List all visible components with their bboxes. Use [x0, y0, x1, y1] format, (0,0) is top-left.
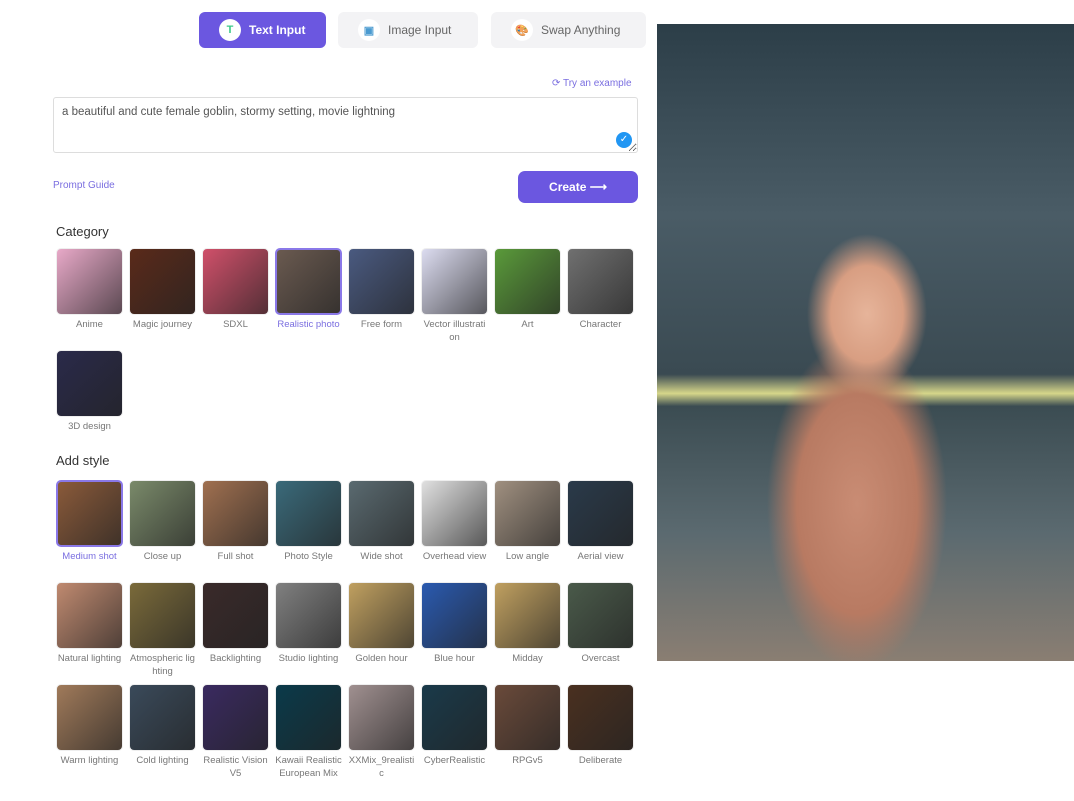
style-tile[interactable]: Medium shot	[56, 480, 123, 582]
style-tile[interactable]: CyberRealistic	[421, 684, 488, 786]
category-tile[interactable]: 3D design	[56, 350, 123, 452]
thumbnail-image	[56, 480, 123, 547]
thumbnail-image	[202, 582, 269, 649]
category-tile[interactable]: Art	[494, 248, 561, 350]
category-heading: Category	[56, 224, 109, 239]
thumbnail-image	[202, 248, 269, 315]
thumbnail-image	[567, 582, 634, 649]
style-tile[interactable]: Low angle	[494, 480, 561, 582]
thumbnail-image	[56, 582, 123, 649]
style-tile[interactable]: Studio lighting	[275, 582, 342, 684]
category-tile[interactable]: Magic journey	[129, 248, 196, 350]
generated-image	[657, 24, 1074, 661]
thumbnail-image	[494, 684, 561, 751]
style-tile[interactable]: Photo Style	[275, 480, 342, 582]
check-icon: ✓	[616, 132, 632, 148]
style-tile[interactable]: Backlighting	[202, 582, 269, 684]
style-tile[interactable]: RPGv5	[494, 684, 561, 786]
text-icon: T	[219, 19, 241, 41]
thumbnail-image	[567, 480, 634, 547]
thumbnail-image	[275, 480, 342, 547]
style-tile[interactable]: Midday	[494, 582, 561, 684]
prompt-guide-link[interactable]: Prompt Guide	[53, 180, 115, 191]
thumbnail-image	[129, 684, 196, 751]
thumbnail-image	[275, 582, 342, 649]
style-tile[interactable]: Deliberate	[567, 684, 634, 786]
style-tile[interactable]: Natural lighting	[56, 582, 123, 684]
style-tile[interactable]: Golden hour	[348, 582, 415, 684]
style-tile[interactable]: Blue hour	[421, 582, 488, 684]
thumbnail-image	[348, 582, 415, 649]
tab-swap-anything[interactable]: 🎨 Swap Anything	[491, 12, 646, 48]
thumbnail-image	[567, 684, 634, 751]
thumbnail-image	[348, 684, 415, 751]
thumbnail-image	[494, 582, 561, 649]
thumbnail-image	[348, 248, 415, 315]
style-tile[interactable]: Aerial view	[567, 480, 634, 582]
prompt-input[interactable]: a beautiful and cute female goblin, stor…	[53, 97, 638, 153]
category-tile[interactable]: Realistic photo	[275, 248, 342, 350]
style-tile[interactable]: Overhead view	[421, 480, 488, 582]
style-tile[interactable]: Cold lighting	[129, 684, 196, 786]
category-tile[interactable]: SDXL	[202, 248, 269, 350]
try-example-link[interactable]: ⟳ Try an example	[552, 78, 632, 89]
style-heading: Add style	[56, 453, 110, 468]
tab-image-input[interactable]: ▣ Image Input	[338, 12, 478, 48]
style-tile[interactable]: Close up	[129, 480, 196, 582]
thumbnail-image	[567, 248, 634, 315]
style-tile[interactable]: Wide shot	[348, 480, 415, 582]
thumbnail-image	[129, 582, 196, 649]
thumbnail-image	[421, 248, 488, 315]
style-tile[interactable]: Atmospheric lighting	[129, 582, 196, 684]
style-tile[interactable]: Overcast	[567, 582, 634, 684]
style-tile[interactable]: XXMix_9realistic	[348, 684, 415, 786]
arrow-right-icon: ⟶	[589, 180, 607, 194]
style-tile[interactable]: Full shot	[202, 480, 269, 582]
style-tile[interactable]: Realistic Vision V5	[202, 684, 269, 786]
tab-text-input[interactable]: T Text Input	[199, 12, 326, 48]
category-tile[interactable]: Anime	[56, 248, 123, 350]
thumbnail-image	[56, 248, 123, 315]
thumbnail-image	[202, 684, 269, 751]
category-tile[interactable]: Character	[567, 248, 634, 350]
thumbnail-image	[421, 684, 488, 751]
thumbnail-image	[348, 480, 415, 547]
category-tile[interactable]: Free form	[348, 248, 415, 350]
image-icon: ▣	[358, 19, 380, 41]
style-grid: Medium shot Close up Full shot Photo Style W…	[56, 480, 646, 786]
refresh-icon: ⟳	[552, 78, 563, 89]
thumbnail-image	[494, 248, 561, 315]
category-tile[interactable]: Vector illustration	[421, 248, 488, 350]
thumbnail-image	[202, 480, 269, 547]
thumbnail-image	[129, 248, 196, 315]
thumbnail-image	[494, 480, 561, 547]
palette-icon: 🎨	[511, 19, 533, 41]
thumbnail-image	[275, 248, 342, 315]
thumbnail-image	[275, 684, 342, 751]
thumbnail-image	[56, 684, 123, 751]
thumbnail-image	[421, 582, 488, 649]
style-tile[interactable]: Warm lighting	[56, 684, 123, 786]
thumbnail-image	[421, 480, 488, 547]
thumbnail-image	[129, 480, 196, 547]
style-tile[interactable]: Kawaii Realistic European Mix	[275, 684, 342, 786]
thumbnail-image	[56, 350, 123, 417]
create-button[interactable]: Create ⟶	[518, 171, 638, 203]
category-grid: Anime Magic journey SDXL Realistic photo Fre…	[56, 248, 646, 452]
